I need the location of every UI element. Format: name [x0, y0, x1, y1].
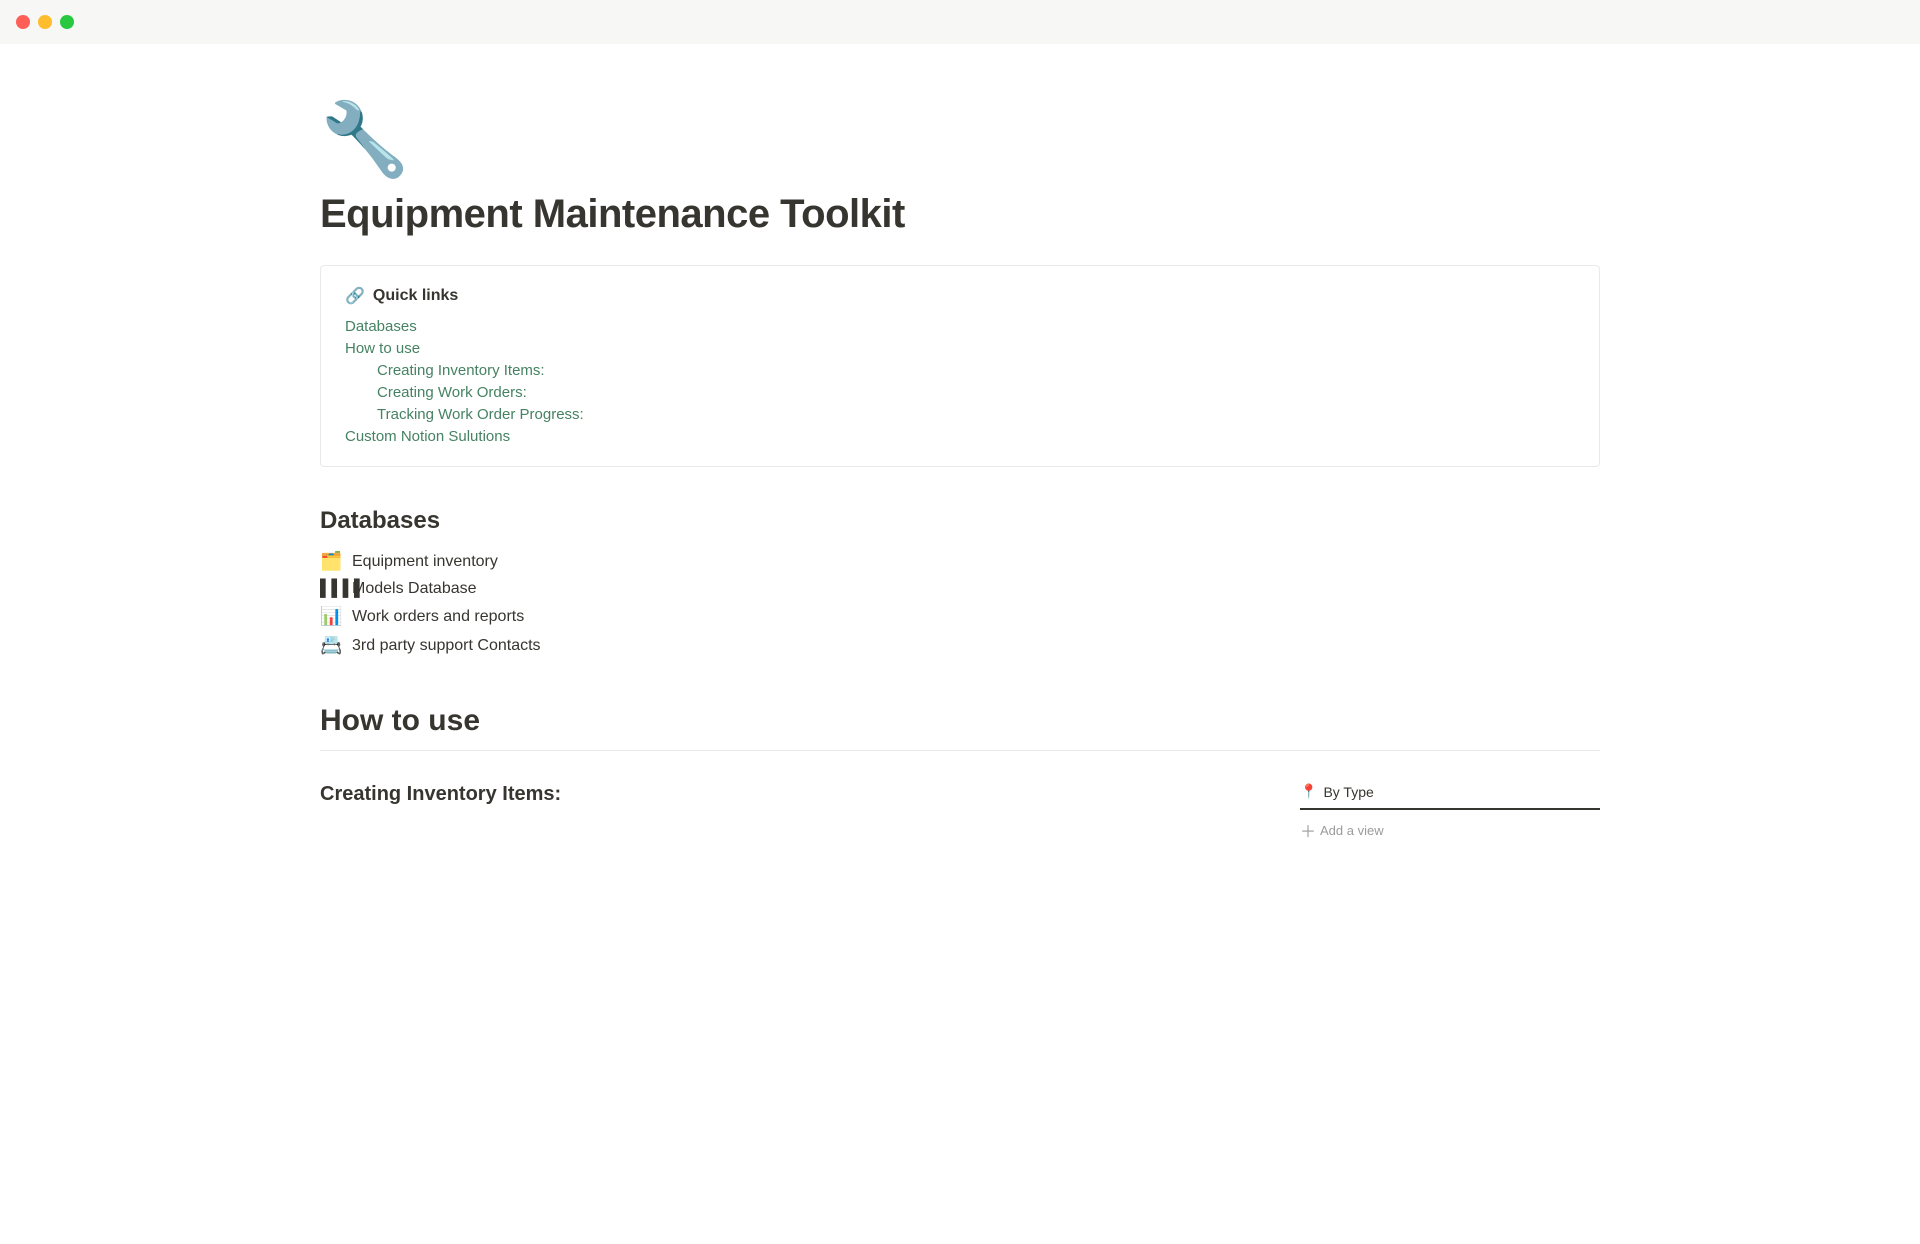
models-database-label: Models Database: [352, 580, 477, 598]
quick-link-creating-inventory[interactable]: Creating Inventory Items:: [345, 362, 1575, 380]
databases-heading: Databases: [320, 507, 1600, 535]
creating-right: 📍 By Type ＋ Add a view: [1300, 783, 1600, 842]
db-item-work-orders[interactable]: 📊 Work orders and reports: [320, 606, 1600, 627]
page-icon: 🔧: [320, 104, 1600, 176]
quick-links-title: Quick links: [373, 287, 458, 305]
close-button[interactable]: [16, 15, 30, 29]
quick-links-header: 🔗 Quick links: [345, 286, 1575, 306]
creating-left: Creating Inventory Items:: [320, 783, 1240, 818]
db-item-contacts[interactable]: 📇 3rd party support Contacts: [320, 635, 1600, 656]
how-to-use-section: How to use Creating Inventory Items: 📍 B…: [320, 704, 1600, 842]
quick-link-databases[interactable]: Databases: [345, 318, 1575, 336]
chain-icon: 🔗: [345, 286, 365, 306]
databases-list: 🗂️ Equipment inventory ▌▌▌▌ Models Datab…: [320, 551, 1600, 656]
minimize-button[interactable]: [38, 15, 52, 29]
quick-links-list: Databases How to use Creating Inventory …: [345, 318, 1575, 446]
quick-link-tracking-progress[interactable]: Tracking Work Order Progress:: [345, 406, 1575, 424]
add-view-label: Add a view: [1320, 823, 1384, 838]
creating-section: Creating Inventory Items: 📍 By Type ＋ Ad…: [320, 783, 1600, 842]
main-content: 🔧 Equipment Maintenance Toolkit 🔗 Quick …: [0, 44, 1920, 922]
db-item-models-database[interactable]: ▌▌▌▌ Models Database: [320, 580, 1600, 598]
how-to-use-heading: How to use: [320, 704, 1600, 751]
equipment-inventory-label: Equipment inventory: [352, 553, 498, 571]
quick-link-custom-notion[interactable]: Custom Notion Sulutions: [345, 428, 1575, 446]
add-view-button[interactable]: ＋ Add a view: [1300, 818, 1600, 842]
plus-icon: ＋: [1300, 818, 1316, 842]
contacts-label: 3rd party support Contacts: [352, 637, 541, 655]
maximize-button[interactable]: [60, 15, 74, 29]
work-orders-icon: 📊: [320, 606, 342, 627]
quick-link-creating-work-orders[interactable]: Creating Work Orders:: [345, 384, 1575, 402]
quick-links-box: 🔗 Quick links Databases How to use Creat…: [320, 265, 1600, 467]
by-type-label: By Type: [1323, 784, 1373, 800]
pin-icon: 📍: [1300, 783, 1317, 800]
creating-inventory-title: Creating Inventory Items:: [320, 783, 1240, 806]
page-title: Equipment Maintenance Toolkit: [320, 192, 1600, 237]
db-item-equipment-inventory[interactable]: 🗂️ Equipment inventory: [320, 551, 1600, 572]
models-database-icon: ▌▌▌▌: [320, 580, 342, 598]
by-type-tab[interactable]: 📍 By Type: [1300, 783, 1600, 810]
work-orders-label: Work orders and reports: [352, 608, 524, 626]
titlebar: [0, 0, 1920, 44]
quick-link-how-to-use[interactable]: How to use: [345, 340, 1575, 358]
equipment-inventory-icon: 🗂️: [320, 551, 342, 572]
contacts-icon: 📇: [320, 635, 342, 656]
